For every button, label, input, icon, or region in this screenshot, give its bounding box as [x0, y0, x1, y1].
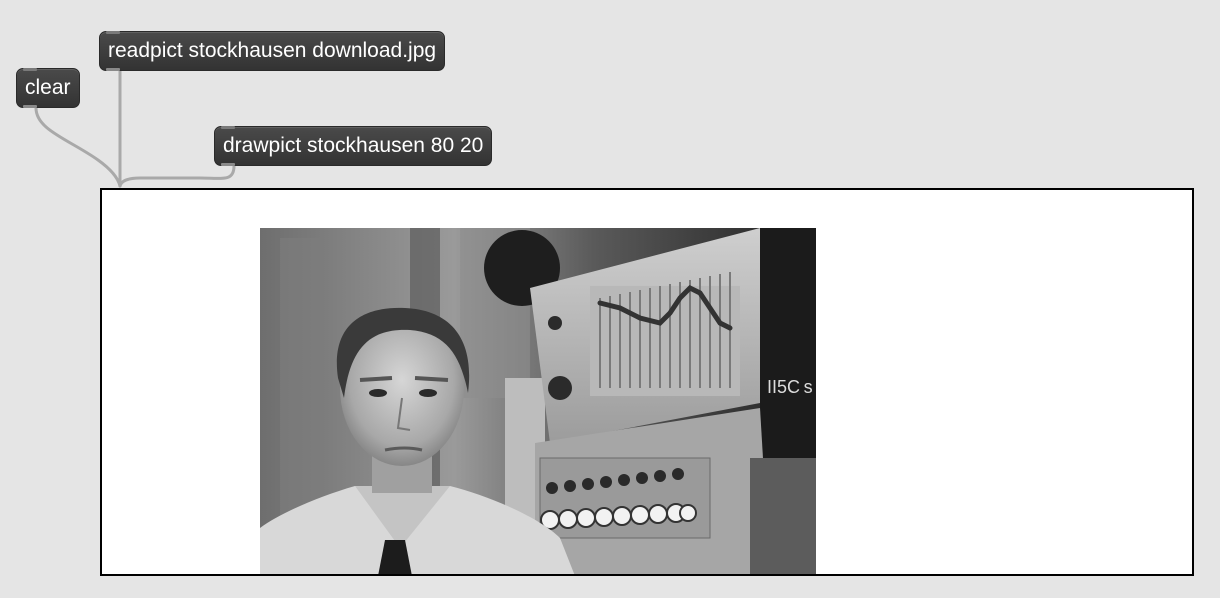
readpict-message-label: readpict stockhausen download.jpg — [108, 39, 437, 62]
readpict-message[interactable]: readpict stockhausen download.jpg — [99, 31, 446, 71]
stockhausen-photo: II5C s — [260, 228, 816, 574]
clear-message-label: clear — [25, 76, 71, 99]
message-outlet[interactable] — [23, 105, 37, 108]
message-inlet[interactable] — [106, 31, 120, 34]
clear-message[interactable]: clear — [16, 68, 80, 108]
message-outlet[interactable] — [106, 68, 120, 71]
patch-cord-drawpict — [118, 164, 236, 188]
equipment-label: II5C s — [767, 377, 813, 397]
message-outlet[interactable] — [221, 163, 235, 166]
lcd-display[interactable]: II5C s — [100, 188, 1194, 576]
message-inlet[interactable] — [221, 126, 235, 129]
message-inlet[interactable] — [23, 68, 37, 71]
drawpict-message[interactable]: drawpict stockhausen 80 20 — [214, 126, 493, 166]
drawpict-message-label: drawpict stockhausen 80 20 — [223, 134, 484, 157]
patch-cord-clear — [34, 106, 122, 188]
